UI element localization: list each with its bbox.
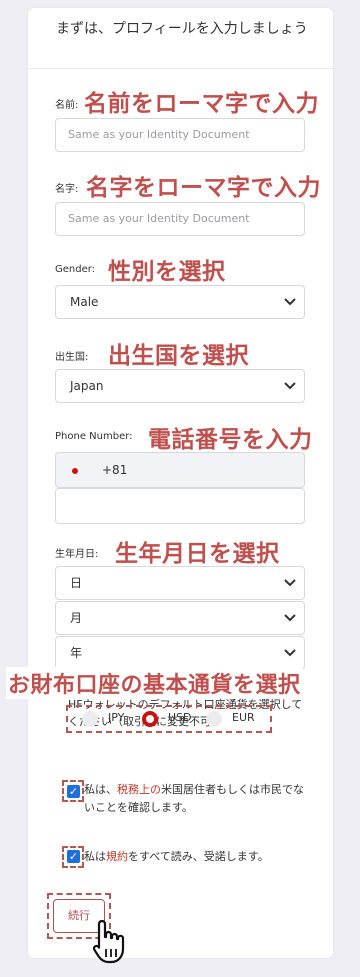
hand-pointer-cursor-icon [92, 919, 125, 964]
check2-text-post: をすべて読み、受諾します。 [128, 850, 269, 863]
first-name-annotation: 名前をローマ字で入力 [84, 91, 319, 117]
last-name-label: 名字: [55, 184, 79, 195]
title-divider [28, 68, 333, 69]
gender-value: Male [70, 295, 99, 309]
phone-label: Phone Number: [55, 431, 133, 442]
chevron-down-icon [284, 298, 296, 306]
chevron-down-icon [284, 649, 296, 657]
radio-label-jpy: JPY [108, 711, 125, 724]
chevron-down-icon [284, 579, 296, 587]
tax-link[interactable]: 税務上の [117, 783, 161, 796]
dob-day-value: 日 [70, 576, 83, 590]
phone-country-code[interactable]: +81 [55, 452, 305, 488]
first-name-label: 名前: [55, 100, 79, 111]
last-name-annotation: 名字をローマ字で入力 [86, 175, 321, 201]
first-name-input[interactable]: Same as your Identity Document [55, 118, 305, 152]
dob-annotation: 生年月日を選択 [115, 541, 280, 567]
gender-select[interactable]: Male [55, 285, 305, 319]
country-annotation: 出生国を選択 [108, 343, 249, 369]
phone-code-text: +81 [102, 463, 128, 477]
terms-checkbox[interactable]: ✓ [67, 850, 80, 863]
country-value: Japan [70, 379, 104, 393]
radio-eur[interactable] [206, 711, 222, 727]
dob-day-select[interactable]: 日 [55, 566, 305, 600]
check1-text-pre: 私は、 [84, 783, 117, 796]
radio-usd[interactable] [142, 711, 158, 727]
dob-month-value: 月 [70, 611, 83, 625]
us-resident-text: 私は、税務上の米国居住者もしくは市民でないことを確認します。 [84, 781, 306, 817]
country-label: 出生国: [55, 352, 89, 363]
dob-label: 生年月日: [55, 549, 99, 560]
last-name-input[interactable]: Same as your Identity Document [55, 202, 305, 236]
terms-link[interactable]: 規約 [106, 850, 128, 863]
gender-annotation: 性別を選択 [108, 259, 226, 285]
check2-text-pre: 私は [84, 850, 106, 863]
currency-annotation: お財布口座の基本通貨を選択 [6, 667, 303, 699]
page-title: まずは、プロフィールを入力しましょう [56, 21, 308, 37]
phone-number-input[interactable] [55, 488, 305, 524]
gender-label: Gender: [55, 264, 96, 275]
terms-text: 私は規約をすべて読み、受諾します。 [84, 848, 269, 866]
dob-month-select[interactable]: 月 [55, 601, 305, 635]
chevron-down-icon [284, 614, 296, 622]
country-select[interactable]: Japan [55, 369, 305, 403]
dob-year-select[interactable]: 年 [55, 636, 305, 670]
japan-flag-icon [72, 468, 78, 474]
radio-label-eur: EUR [232, 711, 255, 724]
us-resident-checkbox[interactable]: ✓ [67, 785, 80, 798]
phone-annotation: 電話番号を入力 [148, 427, 313, 453]
chevron-down-icon [284, 382, 296, 390]
dob-year-value: 年 [70, 646, 83, 660]
radio-label-usd: USD [168, 711, 192, 724]
radio-jpy[interactable] [82, 711, 98, 727]
